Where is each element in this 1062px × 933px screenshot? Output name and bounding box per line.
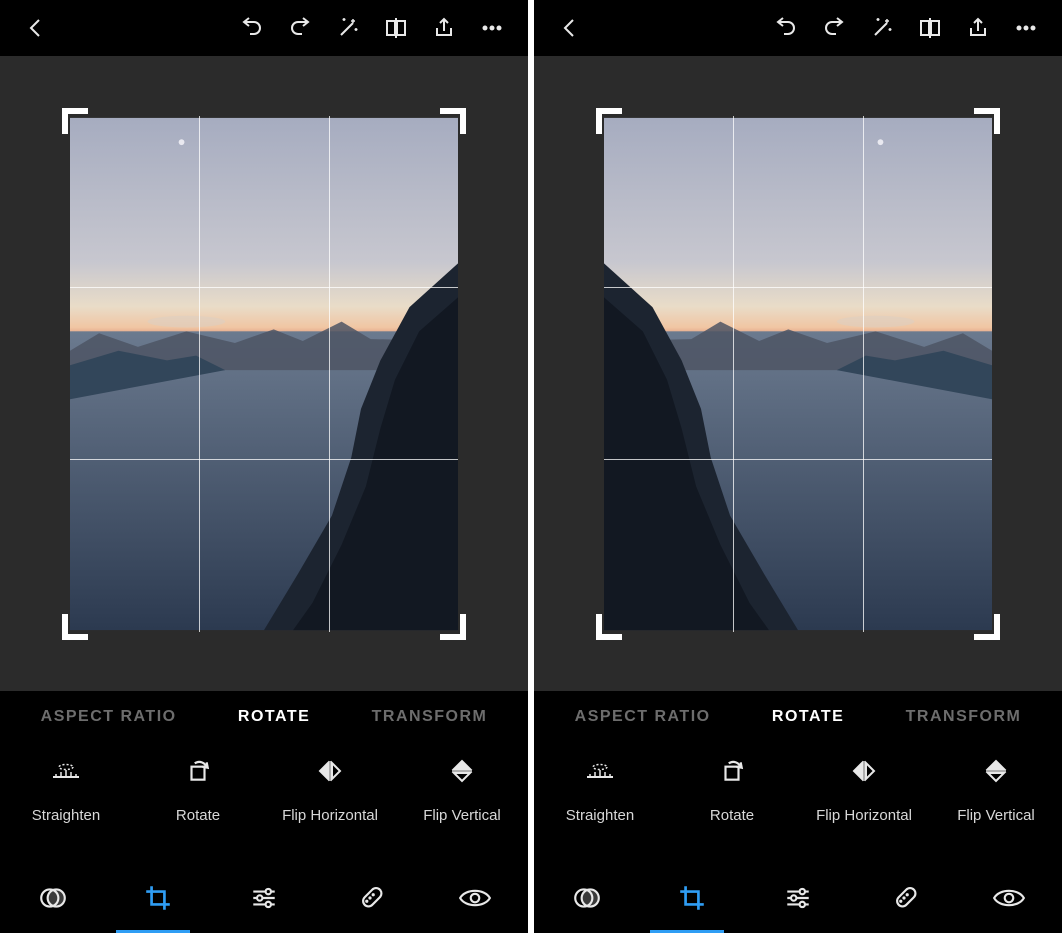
tab-rotate[interactable]: ROTATE	[238, 708, 310, 726]
crop-handle-bottom-right[interactable]	[974, 614, 1000, 640]
rotate-tools-row: Straighten Rotate Flip Horizontal Flip V…	[0, 743, 528, 863]
canvas-area[interactable]	[0, 56, 528, 691]
tool-label: Straighten	[566, 807, 634, 824]
tab-rotate[interactable]: ROTATE	[772, 708, 844, 726]
crop-handle-bottom-left[interactable]	[596, 614, 622, 640]
back-button[interactable]	[546, 4, 594, 52]
flip-horizontal-icon	[316, 755, 344, 787]
compare-button[interactable]	[906, 4, 954, 52]
nav-red-eye[interactable]	[422, 863, 528, 933]
bottom-nav	[0, 863, 528, 933]
undo-button[interactable]	[228, 4, 276, 52]
crop-frame[interactable]	[598, 110, 998, 638]
rotate-tools-row: Straighten Rotate Flip Horizontal Flip V…	[534, 743, 1062, 863]
redo-button[interactable]	[810, 4, 858, 52]
tool-label: Rotate	[710, 807, 754, 824]
tab-aspect-ratio[interactable]: ASPECT RATIO	[575, 708, 711, 726]
editor-panel-right: ASPECT RATIO ROTATE TRANSFORM Straighten…	[534, 0, 1062, 933]
straighten-icon	[49, 755, 83, 787]
flip-vertical-icon	[450, 755, 474, 787]
back-button[interactable]	[12, 4, 60, 52]
tool-label: Flip Vertical	[957, 807, 1035, 824]
tool-label: Flip Horizontal	[816, 807, 912, 824]
undo-button[interactable]	[762, 4, 810, 52]
crop-handle-bottom-right[interactable]	[440, 614, 466, 640]
redo-button[interactable]	[276, 4, 324, 52]
more-button[interactable]	[1002, 4, 1050, 52]
photo-preview	[70, 116, 458, 632]
crop-handle-top-left[interactable]	[596, 108, 622, 134]
rotate-icon	[185, 755, 211, 787]
crop-handle-top-right[interactable]	[974, 108, 1000, 134]
tool-rotate[interactable]: Rotate	[132, 755, 264, 824]
tool-label: Flip Vertical	[423, 807, 501, 824]
tool-flip-horizontal[interactable]: Flip Horizontal	[798, 755, 930, 824]
crop-handle-top-right[interactable]	[440, 108, 466, 134]
tool-flip-vertical[interactable]: Flip Vertical	[396, 755, 528, 824]
tool-rotate[interactable]: Rotate	[666, 755, 798, 824]
auto-enhance-button[interactable]	[324, 4, 372, 52]
nav-crop[interactable]	[640, 863, 746, 933]
flip-vertical-icon	[984, 755, 1008, 787]
auto-enhance-button[interactable]	[858, 4, 906, 52]
photo-preview	[604, 116, 992, 632]
more-button[interactable]	[468, 4, 516, 52]
share-button[interactable]	[954, 4, 1002, 52]
canvas-area[interactable]	[534, 56, 1062, 691]
nav-adjust[interactable]	[745, 863, 851, 933]
crop-frame[interactable]	[64, 110, 464, 638]
tool-straighten[interactable]: Straighten	[534, 755, 666, 824]
nav-red-eye[interactable]	[956, 863, 1062, 933]
crop-handle-bottom-left[interactable]	[62, 614, 88, 640]
compare-button[interactable]	[372, 4, 420, 52]
crop-mode-tabs: ASPECT RATIO ROTATE TRANSFORM	[534, 691, 1062, 743]
straighten-icon	[583, 755, 617, 787]
bottom-nav	[534, 863, 1062, 933]
tab-aspect-ratio[interactable]: ASPECT RATIO	[41, 708, 177, 726]
nav-crop[interactable]	[106, 863, 212, 933]
nav-looks[interactable]	[0, 863, 106, 933]
tab-transform[interactable]: TRANSFORM	[906, 708, 1022, 726]
tool-label: Flip Horizontal	[282, 807, 378, 824]
nav-heal[interactable]	[851, 863, 957, 933]
rotate-icon	[719, 755, 745, 787]
crop-handle-top-left[interactable]	[62, 108, 88, 134]
flip-horizontal-icon	[850, 755, 878, 787]
share-button[interactable]	[420, 4, 468, 52]
tool-label: Rotate	[176, 807, 220, 824]
nav-heal[interactable]	[317, 863, 423, 933]
tool-flip-vertical[interactable]: Flip Vertical	[930, 755, 1062, 824]
editor-panel-left: ASPECT RATIO ROTATE TRANSFORM Straighten…	[0, 0, 528, 933]
crop-mode-tabs: ASPECT RATIO ROTATE TRANSFORM	[0, 691, 528, 743]
tool-flip-horizontal[interactable]: Flip Horizontal	[264, 755, 396, 824]
tool-straighten[interactable]: Straighten	[0, 755, 132, 824]
nav-adjust[interactable]	[211, 863, 317, 933]
tab-transform[interactable]: TRANSFORM	[372, 708, 488, 726]
top-toolbar	[0, 0, 528, 56]
nav-looks[interactable]	[534, 863, 640, 933]
tool-label: Straighten	[32, 807, 100, 824]
top-toolbar	[534, 0, 1062, 56]
